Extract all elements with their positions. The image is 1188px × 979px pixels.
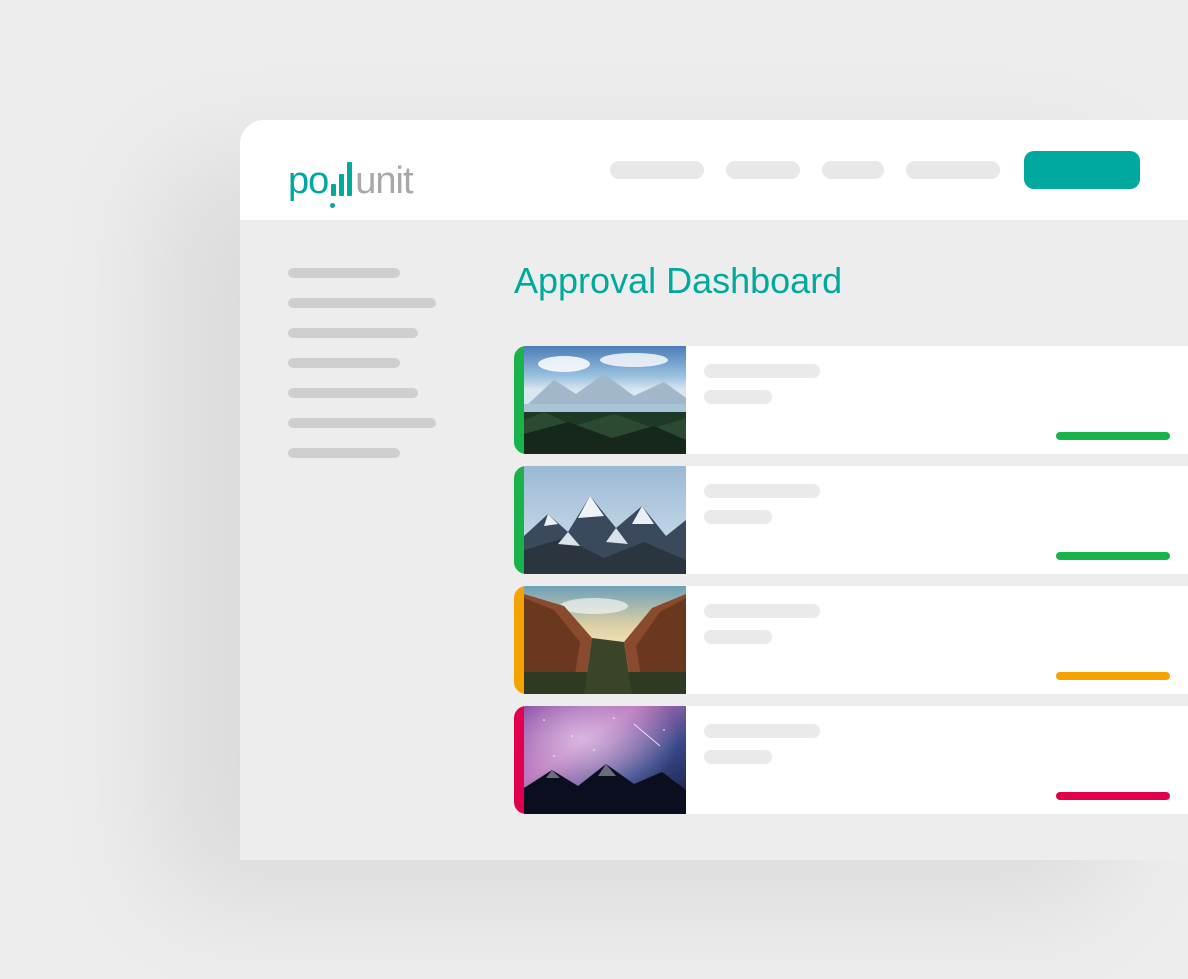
- status-strip: [514, 346, 524, 454]
- card-thumbnail: [524, 586, 686, 694]
- card-body: [686, 346, 1188, 454]
- approval-card[interactable]: [514, 706, 1188, 814]
- status-indicator: [1056, 432, 1170, 440]
- nav-link-2[interactable]: [726, 161, 800, 179]
- card-subtitle-placeholder: [704, 750, 772, 764]
- main-content: Approval Dashboard: [466, 260, 1188, 814]
- logo-bars-icon: [331, 162, 352, 196]
- status-strip: [514, 706, 524, 814]
- card-title-placeholder: [704, 484, 820, 498]
- status-indicator: [1056, 552, 1170, 560]
- primary-cta-button[interactable]: [1024, 151, 1140, 189]
- sidebar-item[interactable]: [288, 298, 436, 308]
- status-strip: [514, 466, 524, 574]
- status-indicator: [1056, 672, 1170, 680]
- app-window: po unit Approva: [240, 120, 1188, 860]
- header: po unit: [240, 120, 1188, 220]
- status-strip: [514, 586, 524, 694]
- sidebar-item[interactable]: [288, 418, 436, 428]
- approval-cards: [514, 346, 1188, 814]
- card-thumbnail: [524, 346, 686, 454]
- card-body: [686, 586, 1188, 694]
- card-body: [686, 706, 1188, 814]
- page-title: Approval Dashboard: [514, 260, 1188, 302]
- logo[interactable]: po unit: [288, 140, 413, 200]
- card-thumbnail: [524, 466, 686, 574]
- approval-card[interactable]: [514, 346, 1188, 454]
- card-subtitle-placeholder: [704, 510, 772, 524]
- card-subtitle-placeholder: [704, 630, 772, 644]
- sidebar-item[interactable]: [288, 388, 418, 398]
- logo-text-poll: po: [288, 162, 328, 200]
- card-body: [686, 466, 1188, 574]
- approval-card[interactable]: [514, 466, 1188, 574]
- sidebar-item[interactable]: [288, 448, 400, 458]
- sidebar: [288, 260, 466, 814]
- status-indicator: [1056, 792, 1170, 800]
- nav-link-4[interactable]: [906, 161, 1000, 179]
- card-subtitle-placeholder: [704, 390, 772, 404]
- card-title-placeholder: [704, 724, 820, 738]
- logo-text-unit: unit: [355, 162, 412, 200]
- nav-link-1[interactable]: [610, 161, 704, 179]
- sidebar-item[interactable]: [288, 328, 418, 338]
- card-thumbnail: [524, 706, 686, 814]
- sidebar-item[interactable]: [288, 268, 400, 278]
- sidebar-item[interactable]: [288, 358, 400, 368]
- nav-link-3[interactable]: [822, 161, 884, 179]
- card-title-placeholder: [704, 364, 820, 378]
- body: Approval Dashboard: [240, 220, 1188, 814]
- approval-card[interactable]: [514, 586, 1188, 694]
- logo-dot-icon: [330, 203, 335, 208]
- card-title-placeholder: [704, 604, 820, 618]
- nav-links: [610, 161, 1000, 179]
